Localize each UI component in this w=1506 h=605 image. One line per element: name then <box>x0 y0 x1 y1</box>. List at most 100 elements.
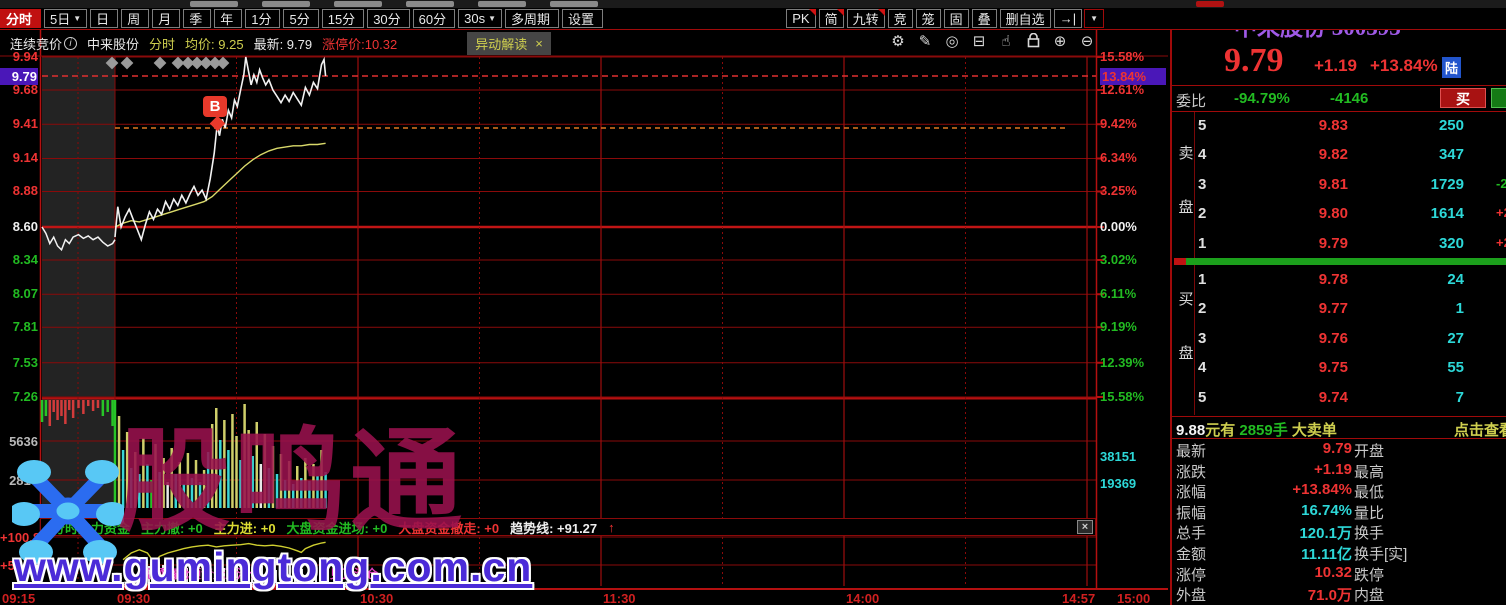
sell-button[interactable]: 卖 <box>1491 88 1506 108</box>
fund-flow-item: 趋势线: +91.27 <box>510 518 597 537</box>
tool-tab[interactable]: 固 <box>944 9 969 28</box>
zoom-out-icon[interactable]: ⊖ <box>1078 33 1096 51</box>
menu-fragment <box>550 1 598 7</box>
period-tab-label: 设置 <box>568 9 594 28</box>
sell-order-row[interactable]: 5 9.83 250 <box>1196 112 1506 141</box>
tool-tab[interactable]: 九转 <box>847 9 885 28</box>
avg-price-label: 均价: 9.25 <box>185 34 244 53</box>
period-tab-label: 5分 <box>289 9 309 28</box>
zoom-in-icon[interactable]: ⊕ <box>1051 33 1069 51</box>
fund-flow-segments: 分时主力资金主力撤: +0主力进: +0大盘资金进场: +0大盘资金撤走: +0… <box>41 518 615 537</box>
period-tab[interactable]: 30s ▼ <box>458 9 502 28</box>
buy-order-row[interactable]: 5 9.74 7 <box>1196 384 1506 413</box>
statusbar-close-icon[interactable]: × <box>1077 520 1093 534</box>
sell-order-row[interactable]: 3 9.81 1729 -2 <box>1196 171 1506 200</box>
order-level: 2 <box>1198 205 1206 222</box>
trend-line <box>123 542 326 561</box>
order-price: 9.74 <box>1319 389 1348 406</box>
tool-tab[interactable]: 竞 <box>888 9 913 28</box>
period-tab[interactable]: 分时 <box>0 9 41 28</box>
big-order-banner[interactable]: 9.88元有 2859手 大卖单 点击查看 <box>1176 419 1337 440</box>
menu-fragment <box>190 1 238 7</box>
stat-label: 金额 <box>1176 543 1206 564</box>
buy-order-row[interactable]: 2 9.77 1 <box>1196 295 1506 324</box>
buy-button[interactable]: 买 <box>1440 88 1486 108</box>
fund-flow-item: 大盘资金进场: +0 <box>287 518 388 537</box>
big-order-lots: 2859手 <box>1239 422 1287 439</box>
period-tab[interactable]: 30分 <box>367 9 409 28</box>
buy-side-label: 买 <box>1178 288 1194 309</box>
menu-fragment <box>406 1 454 7</box>
period-tab-label: 30分 <box>373 9 400 28</box>
order-delta: +22 <box>1496 205 1506 220</box>
chart-tool-icons: ⚙ ✎ ◎ ⊟ ☝ ⊕ ⊖ <box>889 33 1096 51</box>
order-volume: 55 <box>1447 359 1464 376</box>
tool-tab[interactable]: 叠 <box>972 9 997 28</box>
period-tab-label: 分时 <box>6 9 32 28</box>
toolbar-more-button[interactable]: ▼ <box>1084 9 1104 28</box>
stat-label: 外盘 <box>1176 584 1206 605</box>
period-tab[interactable]: 1分 <box>245 9 280 28</box>
period-tab[interactable]: 5分 <box>283 9 318 28</box>
view-details-link[interactable]: 点击查看 <box>1454 419 1506 440</box>
tool-tab[interactable]: 删自选 <box>1000 9 1051 28</box>
tool-tab[interactable]: 简 <box>819 9 844 28</box>
stat-value: 120.1万 <box>1299 522 1352 543</box>
period-tab[interactable]: 5日 ▼ <box>44 9 87 28</box>
stats-row: 涨幅 +13.84% 最低 8.50 <box>1172 481 1506 502</box>
price-change: +1.19 <box>1314 56 1357 76</box>
order-price: 9.81 <box>1319 176 1348 193</box>
period-tab[interactable]: 周 <box>121 9 149 28</box>
buy-order-row[interactable]: 3 9.76 27 <box>1196 325 1506 354</box>
period-tab[interactable]: 60分 <box>413 9 455 28</box>
info-icon[interactable]: i <box>64 37 77 50</box>
stat-label: 换手 <box>1354 522 1384 543</box>
gear-icon[interactable]: ⚙ <box>889 33 907 51</box>
event-diamond-icon <box>154 57 167 70</box>
hk-connect-badge: 陆 <box>1442 57 1461 78</box>
chevron-down-icon: ▼ <box>73 14 81 23</box>
stat-label: 涨跌 <box>1176 461 1206 482</box>
sell-order-row[interactable]: 2 9.80 1614 +22 <box>1196 200 1506 229</box>
sell-order-row[interactable]: 4 9.82 347 <box>1196 141 1506 170</box>
order-volume: 1729 <box>1431 176 1464 193</box>
stat-value: +1.19 <box>1314 461 1352 478</box>
tab-news-interpretation[interactable]: 异动解读 × <box>467 32 551 55</box>
order-volume: 347 <box>1439 146 1464 163</box>
sell-order-row[interactable]: 1 9.79 320 +28 <box>1196 230 1506 259</box>
hand-icon[interactable]: ☝ <box>997 33 1015 51</box>
period-tab[interactable]: 日 <box>90 9 118 28</box>
tool-tab[interactable]: 笼 <box>916 9 941 28</box>
period-tab[interactable]: 月 <box>152 9 180 28</box>
fund-flow-item: 主力撤: +0 <box>141 518 203 537</box>
menu-fragment <box>262 1 310 7</box>
drawer-icon[interactable]: ⊟ <box>970 33 988 51</box>
order-price: 9.77 <box>1319 300 1348 317</box>
chevron-down-icon: ▼ <box>488 14 496 23</box>
period-tab[interactable]: 年 <box>214 9 242 28</box>
pen-icon[interactable]: ✎ <box>916 33 934 51</box>
price-change-pct: +13.84% <box>1370 56 1438 76</box>
order-volume: 320 <box>1439 235 1464 252</box>
chart-type-label: 分时 <box>149 34 175 53</box>
buy-order-row[interactable]: 1 9.78 24 <box>1196 266 1506 295</box>
period-tab[interactable]: 15分 <box>322 9 364 28</box>
buy-order-row[interactable]: 4 9.75 55 <box>1196 354 1506 383</box>
eye-icon[interactable]: ◎ <box>943 33 961 51</box>
order-volume: 27 <box>1447 330 1464 347</box>
buy-ratio-segment <box>1174 258 1186 265</box>
big-order-text: 大卖单 <box>1288 422 1337 439</box>
dock-arrow-icon: →| <box>1060 11 1076 26</box>
tool-tab[interactable]: PK <box>786 9 815 28</box>
lock-icon[interactable] <box>1024 33 1042 51</box>
dock-right-button[interactable]: →| <box>1054 9 1082 28</box>
fund-flow-item: 主力进: +0 <box>214 518 276 537</box>
big-order-price: 9.88 <box>1176 422 1205 439</box>
stats-row: 涨跌 +1.19 最高 9.94 <box>1172 461 1506 482</box>
period-toolbar: 分时 5日 ▼ 日 周 月 季 年 <box>0 8 1506 30</box>
period-tab[interactable]: 多周期 <box>505 9 559 28</box>
close-icon[interactable]: × <box>535 36 543 51</box>
period-tab-label: 5日 <box>50 9 70 28</box>
period-tab[interactable]: 季 <box>183 9 211 28</box>
period-tab[interactable]: 设置 <box>562 9 603 28</box>
